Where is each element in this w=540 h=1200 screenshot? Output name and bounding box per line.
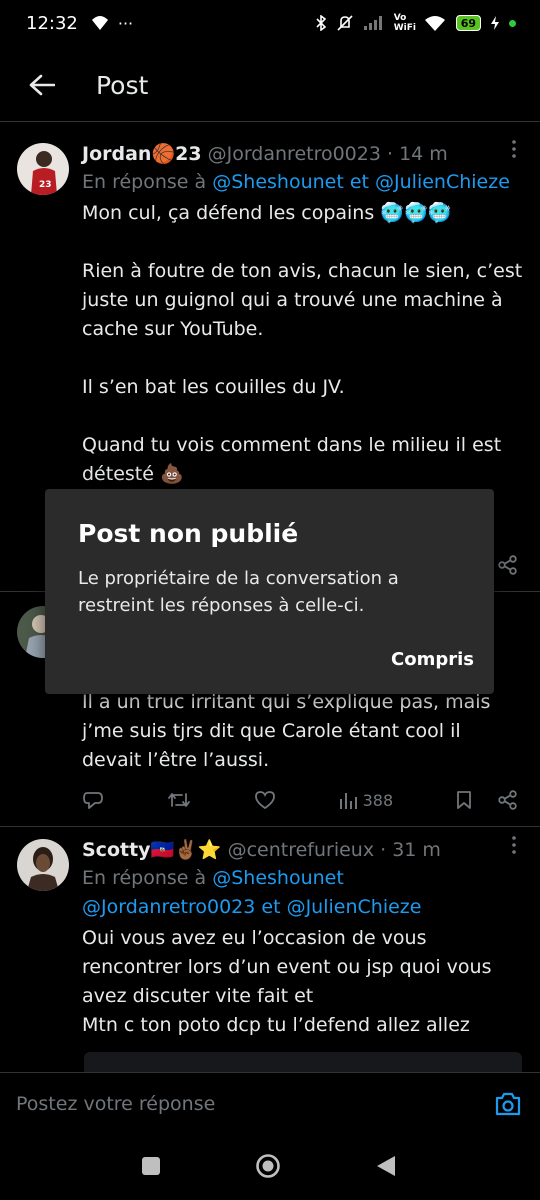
views-count: 388 [362, 790, 394, 810]
back-button[interactable] [14, 57, 70, 113]
author-handle[interactable]: @Jordanretro0023 [208, 143, 381, 165]
svg-text:23: 23 [39, 180, 52, 190]
more-icon [512, 140, 516, 158]
nav-back-icon [377, 1156, 395, 1176]
tweet-divider [0, 826, 540, 827]
tweet-text: Mon cul, ça défend les copains 🥶🥶🥶 Rien … [82, 202, 523, 485]
more-options-button[interactable] [504, 836, 524, 859]
retweet-button[interactable] [167, 790, 191, 810]
author-name[interactable]: Jordan🏀23 [82, 143, 202, 165]
header-divider [0, 121, 540, 122]
reply-composer: Postez votre réponse [0, 1072, 540, 1134]
post-time: · 31 m [380, 839, 441, 861]
reply-mention[interactable]: @Sheshounet [212, 867, 344, 889]
dialog-title: Post non publié [78, 519, 299, 548]
share-button[interactable] [498, 790, 518, 810]
share-icon [498, 555, 517, 575]
page-title: Post [96, 70, 149, 100]
share-icon [498, 790, 517, 810]
media-preview[interactable] [84, 1052, 522, 1072]
nav-recents-icon [142, 1157, 160, 1175]
camera-icon [495, 1092, 521, 1116]
bluetooth-icon [316, 15, 326, 31]
post-time: · 14 m [387, 143, 448, 165]
camera-button[interactable] [494, 1091, 522, 1117]
back-arrow-icon [29, 74, 55, 96]
tweet[interactable]: Scotty🇭🇹✌🏾⭐ @centrefurieux · 31 m En rép… [0, 836, 540, 1072]
privacy-dot [509, 19, 516, 27]
wifi-icon [424, 16, 445, 31]
views-button[interactable]: 388 [339, 790, 394, 810]
avatar[interactable]: 23 [17, 143, 69, 195]
author-name[interactable]: Scotty🇭🇹✌🏾⭐ [82, 839, 222, 861]
vowifi-label: Vo WiFi [393, 13, 416, 33]
location-icon [91, 16, 108, 30]
status-time: 12:32 [26, 12, 78, 34]
tweet-actions: 388 [82, 785, 518, 815]
reply-input[interactable]: Postez votre réponse [16, 1073, 215, 1135]
post-not-published-dialog: Post non publié Le propriétaire de la co… [45, 489, 494, 694]
dialog-confirm-button[interactable]: Compris [391, 649, 474, 670]
nav-home-button[interactable] [255, 1153, 281, 1183]
share-button[interactable] [498, 555, 518, 575]
views-icon [339, 793, 357, 809]
reply-mentions[interactable]: @Sheshounet et @JulienChieze [212, 171, 510, 193]
dialog-message: Le propriétaire de la conversation a res… [78, 568, 399, 616]
more-notifications-icon: ··· [117, 13, 134, 33]
signal-icon [363, 16, 382, 30]
app-header: Post [0, 50, 540, 120]
tweet-text: Il a un truc irritant qui s’explique pas… [82, 691, 491, 771]
reply-button[interactable] [82, 790, 104, 810]
like-button[interactable] [254, 790, 276, 810]
nav-home-icon [256, 1154, 280, 1178]
mute-icon [337, 15, 353, 31]
like-icon [254, 791, 275, 810]
battery-indicator: 69 [455, 15, 481, 31]
reply-icon [83, 792, 103, 809]
reply-mentions[interactable]: @Jordanretro0023 et @JulienChieze [82, 896, 421, 918]
reply-context: En réponse à @Sheshounet et @JulienChiez… [82, 171, 510, 193]
nav-back-button[interactable] [376, 1155, 396, 1181]
system-nav-bar [0, 1134, 540, 1200]
bookmark-button[interactable] [456, 790, 472, 810]
nav-recents-button[interactable] [141, 1156, 161, 1180]
tweet-text: Oui vous avez eu l’occasion de vous renc… [82, 927, 492, 1036]
bookmark-icon [457, 791, 471, 809]
status-bar: 12:32 ··· Vo WiFi 69 [0, 0, 540, 46]
reply-context: En réponse à @Sheshounet @Jordanretro002… [82, 867, 422, 918]
more-icon [512, 836, 516, 854]
author-handle[interactable]: @centrefurieux [228, 839, 375, 861]
more-options-button[interactable] [504, 140, 524, 163]
charging-icon [491, 16, 499, 30]
retweet-icon [167, 793, 190, 807]
avatar[interactable] [17, 839, 69, 891]
